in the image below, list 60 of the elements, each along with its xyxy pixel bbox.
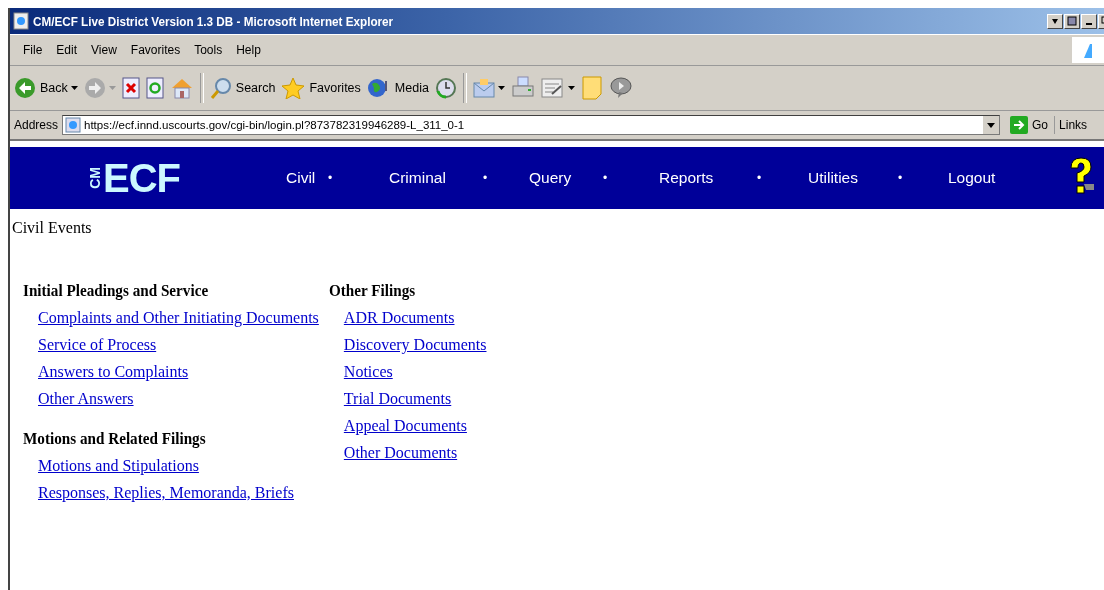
page-title: Civil Events: [12, 219, 92, 237]
nav-link[interactable]: Civil: [286, 169, 328, 187]
star-icon: [281, 77, 306, 99]
logo-text: CM: [87, 167, 103, 189]
event-link[interactable]: Notices: [343, 363, 393, 380]
address-label: Address: [14, 118, 59, 132]
event-link[interactable]: ADR Documents: [343, 309, 455, 326]
dropdown-caret-icon[interactable]: [567, 86, 575, 90]
menu-item[interactable]: Help: [229, 43, 268, 57]
address-field[interactable]: https://ecf.innd.uscourts.gov/cgi-bin/login.pl?873782319946289-L_311_0-1: [62, 115, 1001, 135]
menu-item[interactable]: Tools: [187, 43, 230, 57]
nav-link[interactable]: Query: [529, 169, 603, 187]
nav-separator: •: [328, 171, 334, 185]
minimize-icon[interactable]: [1081, 13, 1097, 29]
logo-text: ECF: [103, 155, 180, 201]
browser-icon: [13, 12, 29, 30]
nav-separator: •: [898, 171, 904, 185]
search-button[interactable]: Search: [209, 77, 276, 99]
nav-link[interactable]: Utilities: [808, 169, 898, 187]
favorites-button[interactable]: Favorites: [281, 77, 361, 99]
dropdown-caret-icon[interactable]: [497, 86, 505, 90]
nav-separator: •: [757, 171, 763, 185]
nav-link[interactable]: Logout: [948, 169, 1008, 187]
event-link[interactable]: Discovery Documents: [343, 336, 487, 353]
event-link[interactable]: Trial Documents: [343, 390, 452, 407]
nav-link[interactable]: Criminal: [389, 169, 483, 187]
nav-link[interactable]: Reports: [659, 169, 757, 187]
section-heading: Other Filings: [328, 280, 416, 302]
event-link[interactable]: Other Answers: [38, 390, 134, 407]
dropdown-caret-icon[interactable]: [70, 86, 78, 90]
window-title: CM/ECF Live District Version 1.3 DB - Microsoft Internet Explorer: [33, 13, 395, 29]
refresh-page-icon[interactable]: [145, 77, 164, 99]
event-link[interactable]: Responses, Replies, Memoranda, Briefs: [38, 484, 294, 501]
nav-separator: •: [483, 171, 489, 185]
menu-item[interactable]: Favorites: [123, 43, 188, 57]
menu-item[interactable]: Edit: [49, 43, 85, 57]
speech-bubble-icon[interactable]: [608, 76, 633, 100]
pencil-page-icon[interactable]: [540, 77, 565, 99]
media-button[interactable]: Media: [366, 77, 429, 99]
event-link[interactable]: Complaints and Other Initiating Documents: [38, 309, 319, 326]
square-icon[interactable]: [1064, 13, 1080, 29]
clock-icon[interactable]: [434, 77, 457, 99]
menu-caret-icon[interactable]: [1047, 13, 1063, 29]
stop-page-icon[interactable]: [121, 77, 140, 99]
menu-item[interactable]: File: [16, 43, 50, 57]
dropdown-caret-icon[interactable]: [983, 116, 1000, 134]
back-button[interactable]: Back: [14, 77, 68, 99]
event-link[interactable]: Service of Process: [38, 336, 157, 353]
event-link[interactable]: Other Documents: [343, 444, 458, 461]
go-button[interactable]: Go: [1004, 116, 1056, 134]
menu-item[interactable]: View: [84, 43, 124, 57]
magnifier-icon: [209, 77, 232, 99]
event-link[interactable]: Appeal Documents: [343, 417, 467, 434]
event-link[interactable]: Answers to Complaints: [38, 363, 189, 380]
section-heading: Initial Pleadings and Service: [23, 280, 210, 302]
links-button[interactable]: Links: [1059, 118, 1088, 132]
section-heading: Motions and Related Filings: [23, 428, 207, 450]
nav-separator: •: [603, 171, 609, 185]
event-link[interactable]: Motions and Stipulations: [38, 457, 199, 474]
page-icon: [65, 117, 82, 133]
